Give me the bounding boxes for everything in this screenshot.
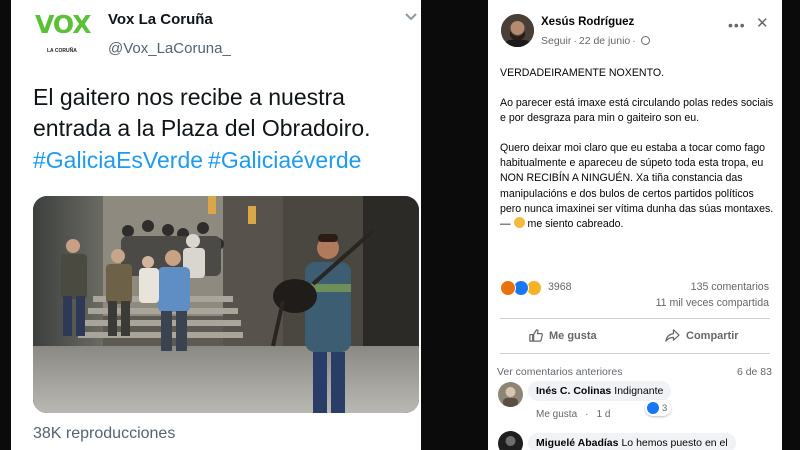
comment-like-action[interactable]: Me gusta bbox=[536, 409, 577, 420]
tweet-hashtags: #GaliciaEsVerde #Galiciaéverde bbox=[33, 145, 366, 176]
angry-emoji-icon bbox=[513, 216, 525, 228]
share-button-label: Compartir bbox=[686, 329, 739, 342]
meta-separator: · bbox=[632, 35, 636, 47]
comment-separator: · bbox=[585, 409, 589, 420]
vox-avatar-logo[interactable]: VOX LA CORUÑA bbox=[33, 10, 92, 58]
tweet-view-count: 38K reproducciones bbox=[33, 425, 176, 442]
tweet-video[interactable] bbox=[33, 196, 419, 413]
commenter-name[interactable]: Inés C. Colinas bbox=[536, 385, 611, 397]
share-arrow-icon bbox=[665, 329, 680, 342]
hashtag-link[interactable]: #GaliciaEsVerde bbox=[33, 147, 203, 173]
comment-text: Lo hemos puesto en el bbox=[621, 437, 728, 449]
comment-count[interactable]: 135 comentarios bbox=[616, 281, 769, 293]
commenter-name[interactable]: Miguelé Abadías bbox=[536, 437, 618, 449]
post-date[interactable]: 22 de junio bbox=[579, 35, 630, 47]
vox-wordmark: VOX bbox=[35, 10, 92, 39]
like-button[interactable]: Me gusta bbox=[528, 328, 597, 343]
share-count[interactable]: 11 mil veces compartida bbox=[616, 297, 769, 309]
post-paragraph: VERDADEIRAMENTE NOXENTO. bbox=[500, 67, 665, 79]
like-reaction-icon bbox=[647, 402, 659, 414]
facebook-post-card: Xesús Rodríguez Seguir · 22 de junio · ••• … bbox=[488, 0, 782, 450]
close-icon[interactable]: ✕ bbox=[756, 14, 769, 32]
comments-pager: 6 de 83 bbox=[736, 366, 772, 378]
feeling-text: me siento cabreado. bbox=[527, 217, 624, 230]
angry-reaction-icon bbox=[500, 280, 516, 296]
more-options-icon[interactable]: ••• bbox=[728, 17, 746, 33]
comment-like-number: 3 bbox=[662, 402, 668, 414]
tweet-handle[interactable]: @Vox_LaCoruna_ bbox=[108, 40, 231, 57]
thumbs-up-icon bbox=[529, 329, 543, 342]
reaction-count[interactable]: 3968 bbox=[548, 281, 572, 293]
comment-time[interactable]: 1 d bbox=[596, 409, 610, 420]
chevron-down-icon[interactable] bbox=[404, 12, 418, 22]
video-frame-image bbox=[33, 196, 419, 413]
post-meta: Seguir · 22 de junio · bbox=[541, 35, 650, 47]
post-paragraph-text: Quero deixar moi claro que eu estaba a t… bbox=[500, 142, 774, 230]
share-button[interactable]: Compartir bbox=[665, 328, 739, 343]
tweet-card: VOX LA CORUÑA Vox La Coruña @Vox_LaCorun… bbox=[11, 0, 421, 450]
tweet-text: El gaitero nos recibe a nuestra entrada … bbox=[33, 84, 371, 141]
avatar-image bbox=[501, 14, 534, 47]
post-body: VERDADEIRAMENTE NOXENTO. Ao parecer está… bbox=[500, 66, 776, 247]
post-paragraph: Ao parecer está imaxe está circulando po… bbox=[500, 97, 774, 125]
comment-text: Indignante bbox=[614, 385, 664, 397]
globe-icon bbox=[640, 36, 650, 45]
commenter-avatar[interactable] bbox=[498, 382, 523, 407]
divider bbox=[500, 353, 770, 354]
meta-separator: · bbox=[573, 35, 577, 47]
comment-like-count[interactable]: 3 bbox=[645, 400, 672, 416]
avatar-image bbox=[498, 431, 523, 450]
comment-bubble: Inés C. Colinas Indignante bbox=[528, 381, 672, 401]
vox-logo-region: LA CORUÑA bbox=[47, 48, 77, 54]
hashtag-link[interactable]: #Galiciaéverde bbox=[208, 147, 361, 173]
author-avatar[interactable] bbox=[501, 14, 534, 47]
like-button-label: Me gusta bbox=[549, 329, 597, 342]
tweet-display-name[interactable]: Vox La Coruña bbox=[108, 11, 213, 28]
comment-actions: Me gusta · 1 d bbox=[536, 409, 618, 420]
divider bbox=[500, 318, 770, 319]
comment-bubble: Miguelé Abadías Lo hemos puesto en el bbox=[528, 433, 736, 450]
post-author-name[interactable]: Xesús Rodríguez bbox=[541, 16, 634, 28]
post-paragraph: Quero deixar moi claro que eu estaba a t… bbox=[500, 141, 776, 232]
commenter-avatar[interactable] bbox=[498, 431, 523, 450]
view-previous-comments-link[interactable]: Ver comentarios anteriores bbox=[497, 366, 622, 378]
follow-link[interactable]: Seguir bbox=[541, 35, 571, 47]
avatar-image bbox=[498, 382, 523, 407]
